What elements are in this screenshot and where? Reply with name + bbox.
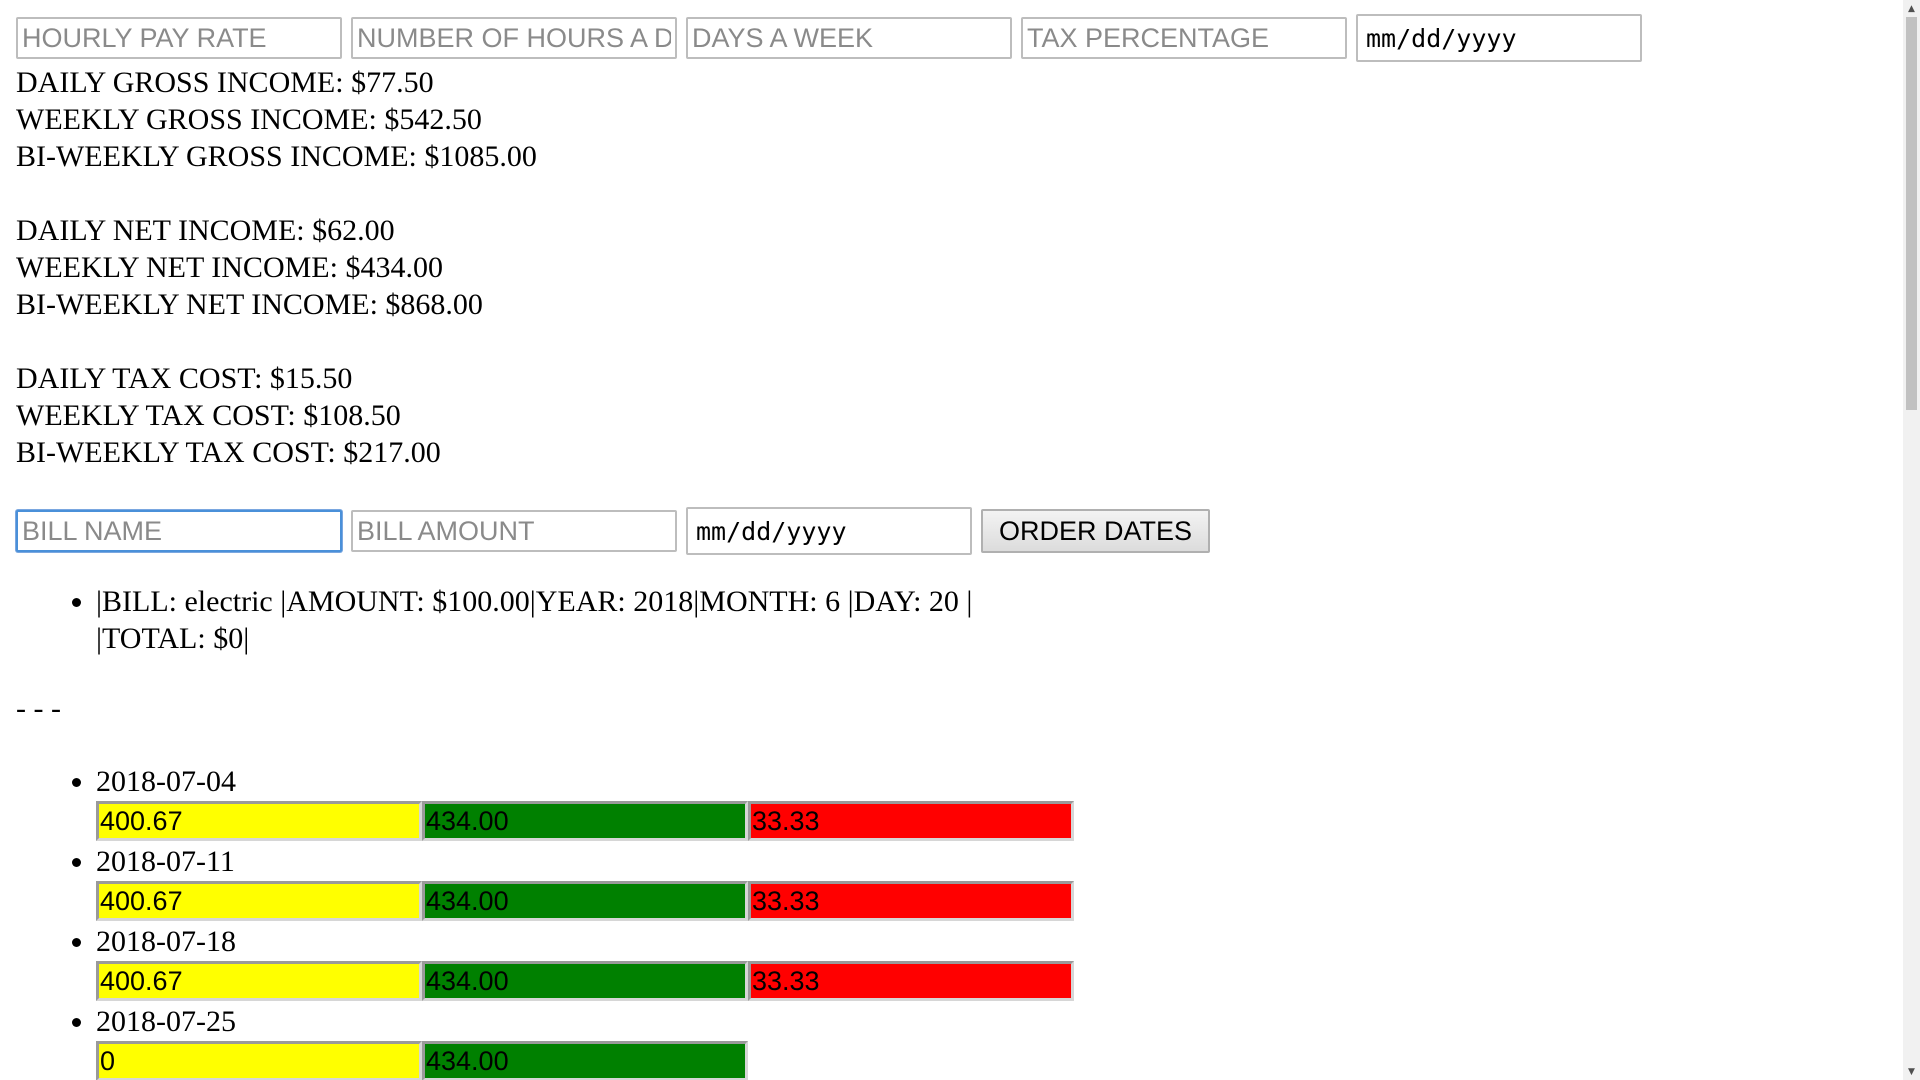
pay-date-bars: 0 434.00 — [96, 1041, 1896, 1080]
bill-date-placeholder: mm/dd/yyyy — [696, 516, 847, 546]
weekly-net-income: WEEKLY NET INCOME: $434.00 — [16, 251, 443, 284]
bill-date-input[interactable]: mm/dd/yyyy — [686, 507, 972, 555]
weekly-tax-cost: WEEKLY TAX COST: $108.50 — [16, 399, 401, 432]
net-income-bar: 434.00 — [422, 961, 748, 1001]
remaining-bar: 400.67 — [96, 801, 422, 841]
biweekly-tax-cost: BI-WEEKLY TAX COST: $217.00 — [16, 436, 441, 469]
pay-date-label: 2018-07-11 — [96, 845, 235, 878]
start-date-input[interactable]: mm/dd/yyyy — [1356, 14, 1642, 62]
net-income-bar: 434.00 — [422, 801, 748, 841]
remaining-bar: 0 — [96, 1041, 422, 1080]
daily-tax-cost: DAILY TAX COST: $15.50 — [16, 362, 353, 395]
pay-date-item: 2018-07-25 0 434.00 — [96, 1003, 1896, 1080]
separator: - - - — [16, 692, 61, 725]
pay-date-item: 2018-07-18 400.67 434.00 33.33 — [96, 923, 1896, 1001]
bill-cost-bar: 33.33 — [748, 801, 1074, 841]
order-dates-label: ORDER DATES — [999, 515, 1193, 546]
pay-date-bars: 400.67 434.00 33.33 — [96, 801, 1896, 841]
chevron-up-icon[interactable]: ▲ — [1903, 0, 1920, 17]
daily-net-income: DAILY NET INCOME: $62.00 — [16, 214, 395, 247]
bill-cost-bar: 33.33 — [748, 961, 1074, 1001]
bill-cost-bar: 33.33 — [748, 881, 1074, 921]
bill-list-item: |BILL: electric |AMOUNT: $100.00|YEAR: 2… — [96, 583, 1056, 657]
pay-date-list: 2018-07-04 400.67 434.00 33.33 2018-07-1… — [16, 763, 1896, 1080]
days-per-week-input[interactable] — [686, 17, 1012, 59]
pay-date-bars: 400.67 434.00 33.33 — [96, 881, 1896, 921]
pay-input-row: mm/dd/yyyy — [16, 14, 1896, 62]
bill-list-item-text: |BILL: electric |AMOUNT: $100.00|YEAR: 2… — [96, 585, 973, 655]
remaining-bar: 400.67 — [96, 881, 422, 921]
pay-date-label: 2018-07-25 — [96, 1005, 236, 1038]
start-date-placeholder: mm/dd/yyyy — [1366, 23, 1517, 53]
vertical-scrollbar[interactable]: ▲ ▼ — [1903, 0, 1920, 1080]
income-summary: DAILY GROSS INCOME: $77.50 WEEKLY GROSS … — [16, 64, 1896, 471]
bill-name-input[interactable] — [16, 510, 342, 552]
pay-date-item: 2018-07-04 400.67 434.00 33.33 — [96, 763, 1896, 841]
daily-gross-income: DAILY GROSS INCOME: $77.50 — [16, 66, 434, 99]
bill-amount-input[interactable] — [351, 510, 677, 552]
weekly-gross-income: WEEKLY GROSS INCOME: $542.50 — [16, 103, 482, 136]
tax-percentage-input[interactable] — [1021, 17, 1347, 59]
page: mm/dd/yyyy DAILY GROSS INCOME: $77.50 WE… — [16, 14, 1896, 1080]
bill-input-row: mm/dd/yyyy ORDER DATES — [16, 507, 1896, 555]
scrollbar-thumb[interactable] — [1906, 17, 1917, 410]
order-dates-button[interactable]: ORDER DATES — [981, 509, 1211, 553]
biweekly-net-income: BI-WEEKLY NET INCOME: $868.00 — [16, 288, 483, 321]
hourly-pay-input[interactable] — [16, 17, 342, 59]
remaining-bar: 400.67 — [96, 961, 422, 1001]
bill-list: |BILL: electric |AMOUNT: $100.00|YEAR: 2… — [16, 583, 1056, 657]
biweekly-gross-income: BI-WEEKLY GROSS INCOME: $1085.00 — [16, 140, 537, 173]
net-income-bar: 434.00 — [422, 881, 748, 921]
pay-date-bars: 400.67 434.00 33.33 — [96, 961, 1896, 1001]
pay-date-label: 2018-07-18 — [96, 925, 236, 958]
hours-per-day-input[interactable] — [351, 17, 677, 59]
pay-date-item: 2018-07-11 400.67 434.00 33.33 — [96, 843, 1896, 921]
chevron-down-icon[interactable]: ▼ — [1903, 1063, 1920, 1080]
pay-date-label: 2018-07-04 — [96, 765, 236, 798]
net-income-bar: 434.00 — [422, 1041, 748, 1080]
